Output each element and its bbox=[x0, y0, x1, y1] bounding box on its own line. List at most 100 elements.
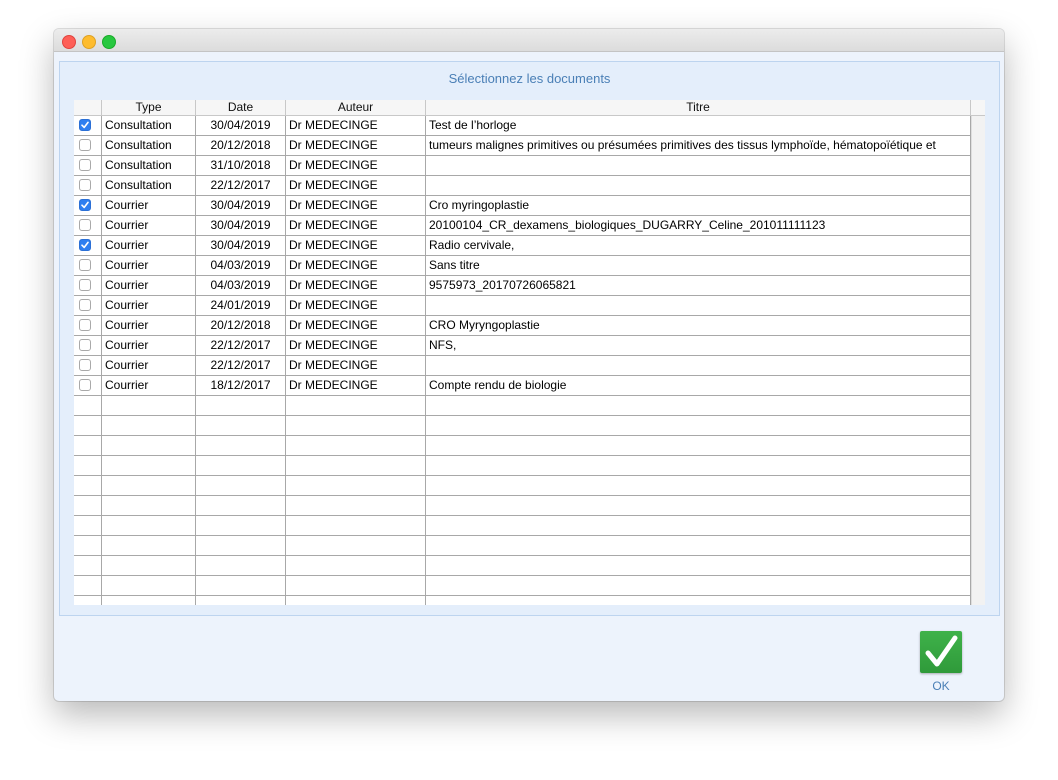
row-checkbox[interactable] bbox=[79, 299, 91, 311]
author-cell: Dr MEDECINGE bbox=[286, 296, 426, 315]
column-header-select[interactable] bbox=[74, 100, 102, 115]
table-row[interactable]: Courrier 04/03/2019 Dr MEDECINGE Sans titre bbox=[74, 256, 971, 276]
empty-table-row bbox=[74, 416, 971, 436]
title-cell: 20100104_CR_dexamens_biologiques_DUGARRY… bbox=[426, 216, 971, 235]
select-cell[interactable] bbox=[74, 376, 102, 395]
date-cell: 20/12/2018 bbox=[196, 136, 286, 155]
close-window-button[interactable] bbox=[62, 35, 76, 49]
title-cell: Sans titre bbox=[426, 256, 971, 275]
row-checkbox[interactable] bbox=[79, 219, 91, 231]
date-cell: 31/10/2018 bbox=[196, 156, 286, 175]
documents-panel: Sélectionnez les documents Type Date Aut… bbox=[59, 61, 1000, 616]
table-row[interactable]: Courrier 04/03/2019 Dr MEDECINGE 9575973_20… bbox=[74, 276, 971, 296]
select-cell[interactable] bbox=[74, 216, 102, 235]
author-cell: Dr MEDECINGE bbox=[286, 356, 426, 375]
zoom-window-button[interactable] bbox=[102, 35, 116, 49]
select-cell[interactable] bbox=[74, 356, 102, 375]
table-row[interactable]: Consultation 30/04/2019 Dr MEDECINGE Test d… bbox=[74, 116, 971, 136]
date-cell: 22/12/2017 bbox=[196, 336, 286, 355]
select-cell[interactable] bbox=[74, 176, 102, 195]
table-row[interactable]: Courrier 18/12/2017 Dr MEDECINGE Compte ren… bbox=[74, 376, 971, 396]
author-cell: Dr MEDECINGE bbox=[286, 116, 426, 135]
row-checkbox[interactable] bbox=[79, 279, 91, 291]
empty-table-row bbox=[74, 456, 971, 476]
type-cell: Consultation bbox=[102, 136, 196, 155]
author-cell: Dr MEDECINGE bbox=[286, 136, 426, 155]
select-cell[interactable] bbox=[74, 336, 102, 355]
documents-table: Type Date Auteur Titre Consultation 30/04… bbox=[74, 100, 985, 605]
empty-table-row bbox=[74, 396, 971, 416]
table-row[interactable]: Courrier 22/12/2017 Dr MEDECINGE bbox=[74, 356, 971, 376]
table-row[interactable]: Courrier 30/04/2019 Dr MEDECINGE Radio cerv… bbox=[74, 236, 971, 256]
row-checkbox[interactable] bbox=[79, 119, 91, 131]
select-cell[interactable] bbox=[74, 136, 102, 155]
select-cell[interactable] bbox=[74, 196, 102, 215]
minimize-window-button[interactable] bbox=[82, 35, 96, 49]
author-cell: Dr MEDECINGE bbox=[286, 236, 426, 255]
table-row[interactable]: Consultation 20/12/2018 Dr MEDECINGE tumeur… bbox=[74, 136, 971, 156]
title-cell: tumeurs malignes primitives ou présumées… bbox=[426, 136, 971, 155]
row-checkbox[interactable] bbox=[79, 379, 91, 391]
column-header-author[interactable]: Auteur bbox=[286, 100, 426, 115]
title-cell: Test de l’horloge bbox=[426, 116, 971, 135]
table-row[interactable]: Consultation 22/12/2017 Dr MEDECINGE bbox=[74, 176, 971, 196]
document-selection-window: Sélectionnez les documents Type Date Aut… bbox=[54, 29, 1004, 701]
vertical-scrollbar[interactable] bbox=[971, 116, 985, 605]
date-cell: 22/12/2017 bbox=[196, 176, 286, 195]
table-row[interactable]: Courrier 30/04/2019 Dr MEDECINGE 20100104_C… bbox=[74, 216, 971, 236]
title-cell bbox=[426, 296, 971, 315]
type-cell: Consultation bbox=[102, 176, 196, 195]
select-cell[interactable] bbox=[74, 236, 102, 255]
table-row[interactable]: Courrier 20/12/2018 Dr MEDECINGE CRO Myryng… bbox=[74, 316, 971, 336]
empty-table-row bbox=[74, 496, 971, 516]
date-cell: 30/04/2019 bbox=[196, 196, 286, 215]
date-cell: 30/04/2019 bbox=[196, 236, 286, 255]
select-cell[interactable] bbox=[74, 116, 102, 135]
empty-table-row bbox=[74, 516, 971, 536]
table-row[interactable]: Consultation 31/10/2018 Dr MEDECINGE bbox=[74, 156, 971, 176]
row-checkbox[interactable] bbox=[79, 179, 91, 191]
title-cell: CRO Myryngoplastie bbox=[426, 316, 971, 335]
column-header-type[interactable]: Type bbox=[102, 100, 196, 115]
row-checkbox[interactable] bbox=[79, 159, 91, 171]
date-cell: 20/12/2018 bbox=[196, 316, 286, 335]
type-cell: Courrier bbox=[102, 276, 196, 295]
title-cell: Cro myringoplastie bbox=[426, 196, 971, 215]
author-cell: Dr MEDECINGE bbox=[286, 176, 426, 195]
checkmark-icon bbox=[925, 635, 958, 667]
select-cell[interactable] bbox=[74, 296, 102, 315]
type-cell: Courrier bbox=[102, 256, 196, 275]
title-bar bbox=[54, 29, 1004, 52]
author-cell: Dr MEDECINGE bbox=[286, 276, 426, 295]
select-cell[interactable] bbox=[74, 156, 102, 175]
check-icon bbox=[81, 241, 89, 249]
empty-table-row bbox=[74, 436, 971, 456]
row-checkbox[interactable] bbox=[79, 199, 91, 211]
row-checkbox[interactable] bbox=[79, 339, 91, 351]
table-row[interactable]: Courrier 22/12/2017 Dr MEDECINGE NFS, bbox=[74, 336, 971, 356]
ok-button[interactable] bbox=[920, 631, 962, 673]
table-row[interactable]: Courrier 30/04/2019 Dr MEDECINGE Cro myring… bbox=[74, 196, 971, 216]
select-cell[interactable] bbox=[74, 276, 102, 295]
row-checkbox[interactable] bbox=[79, 139, 91, 151]
table-header: Type Date Auteur Titre bbox=[74, 100, 985, 116]
author-cell: Dr MEDECINGE bbox=[286, 316, 426, 335]
author-cell: Dr MEDECINGE bbox=[286, 196, 426, 215]
row-checkbox[interactable] bbox=[79, 259, 91, 271]
select-cell[interactable] bbox=[74, 316, 102, 335]
column-header-title[interactable]: Titre bbox=[426, 100, 971, 115]
table-row[interactable]: Courrier 24/01/2019 Dr MEDECINGE bbox=[74, 296, 971, 316]
ok-label: OK bbox=[932, 679, 950, 693]
type-cell: Consultation bbox=[102, 116, 196, 135]
select-cell[interactable] bbox=[74, 256, 102, 275]
row-checkbox[interactable] bbox=[79, 359, 91, 371]
row-checkbox[interactable] bbox=[79, 239, 91, 251]
table-body: Consultation 30/04/2019 Dr MEDECINGE Test d… bbox=[74, 116, 971, 605]
author-cell: Dr MEDECINGE bbox=[286, 156, 426, 175]
column-header-date[interactable]: Date bbox=[196, 100, 286, 115]
date-cell: 24/01/2019 bbox=[196, 296, 286, 315]
type-cell: Courrier bbox=[102, 196, 196, 215]
type-cell: Courrier bbox=[102, 296, 196, 315]
row-checkbox[interactable] bbox=[79, 319, 91, 331]
title-cell: NFS, bbox=[426, 336, 971, 355]
